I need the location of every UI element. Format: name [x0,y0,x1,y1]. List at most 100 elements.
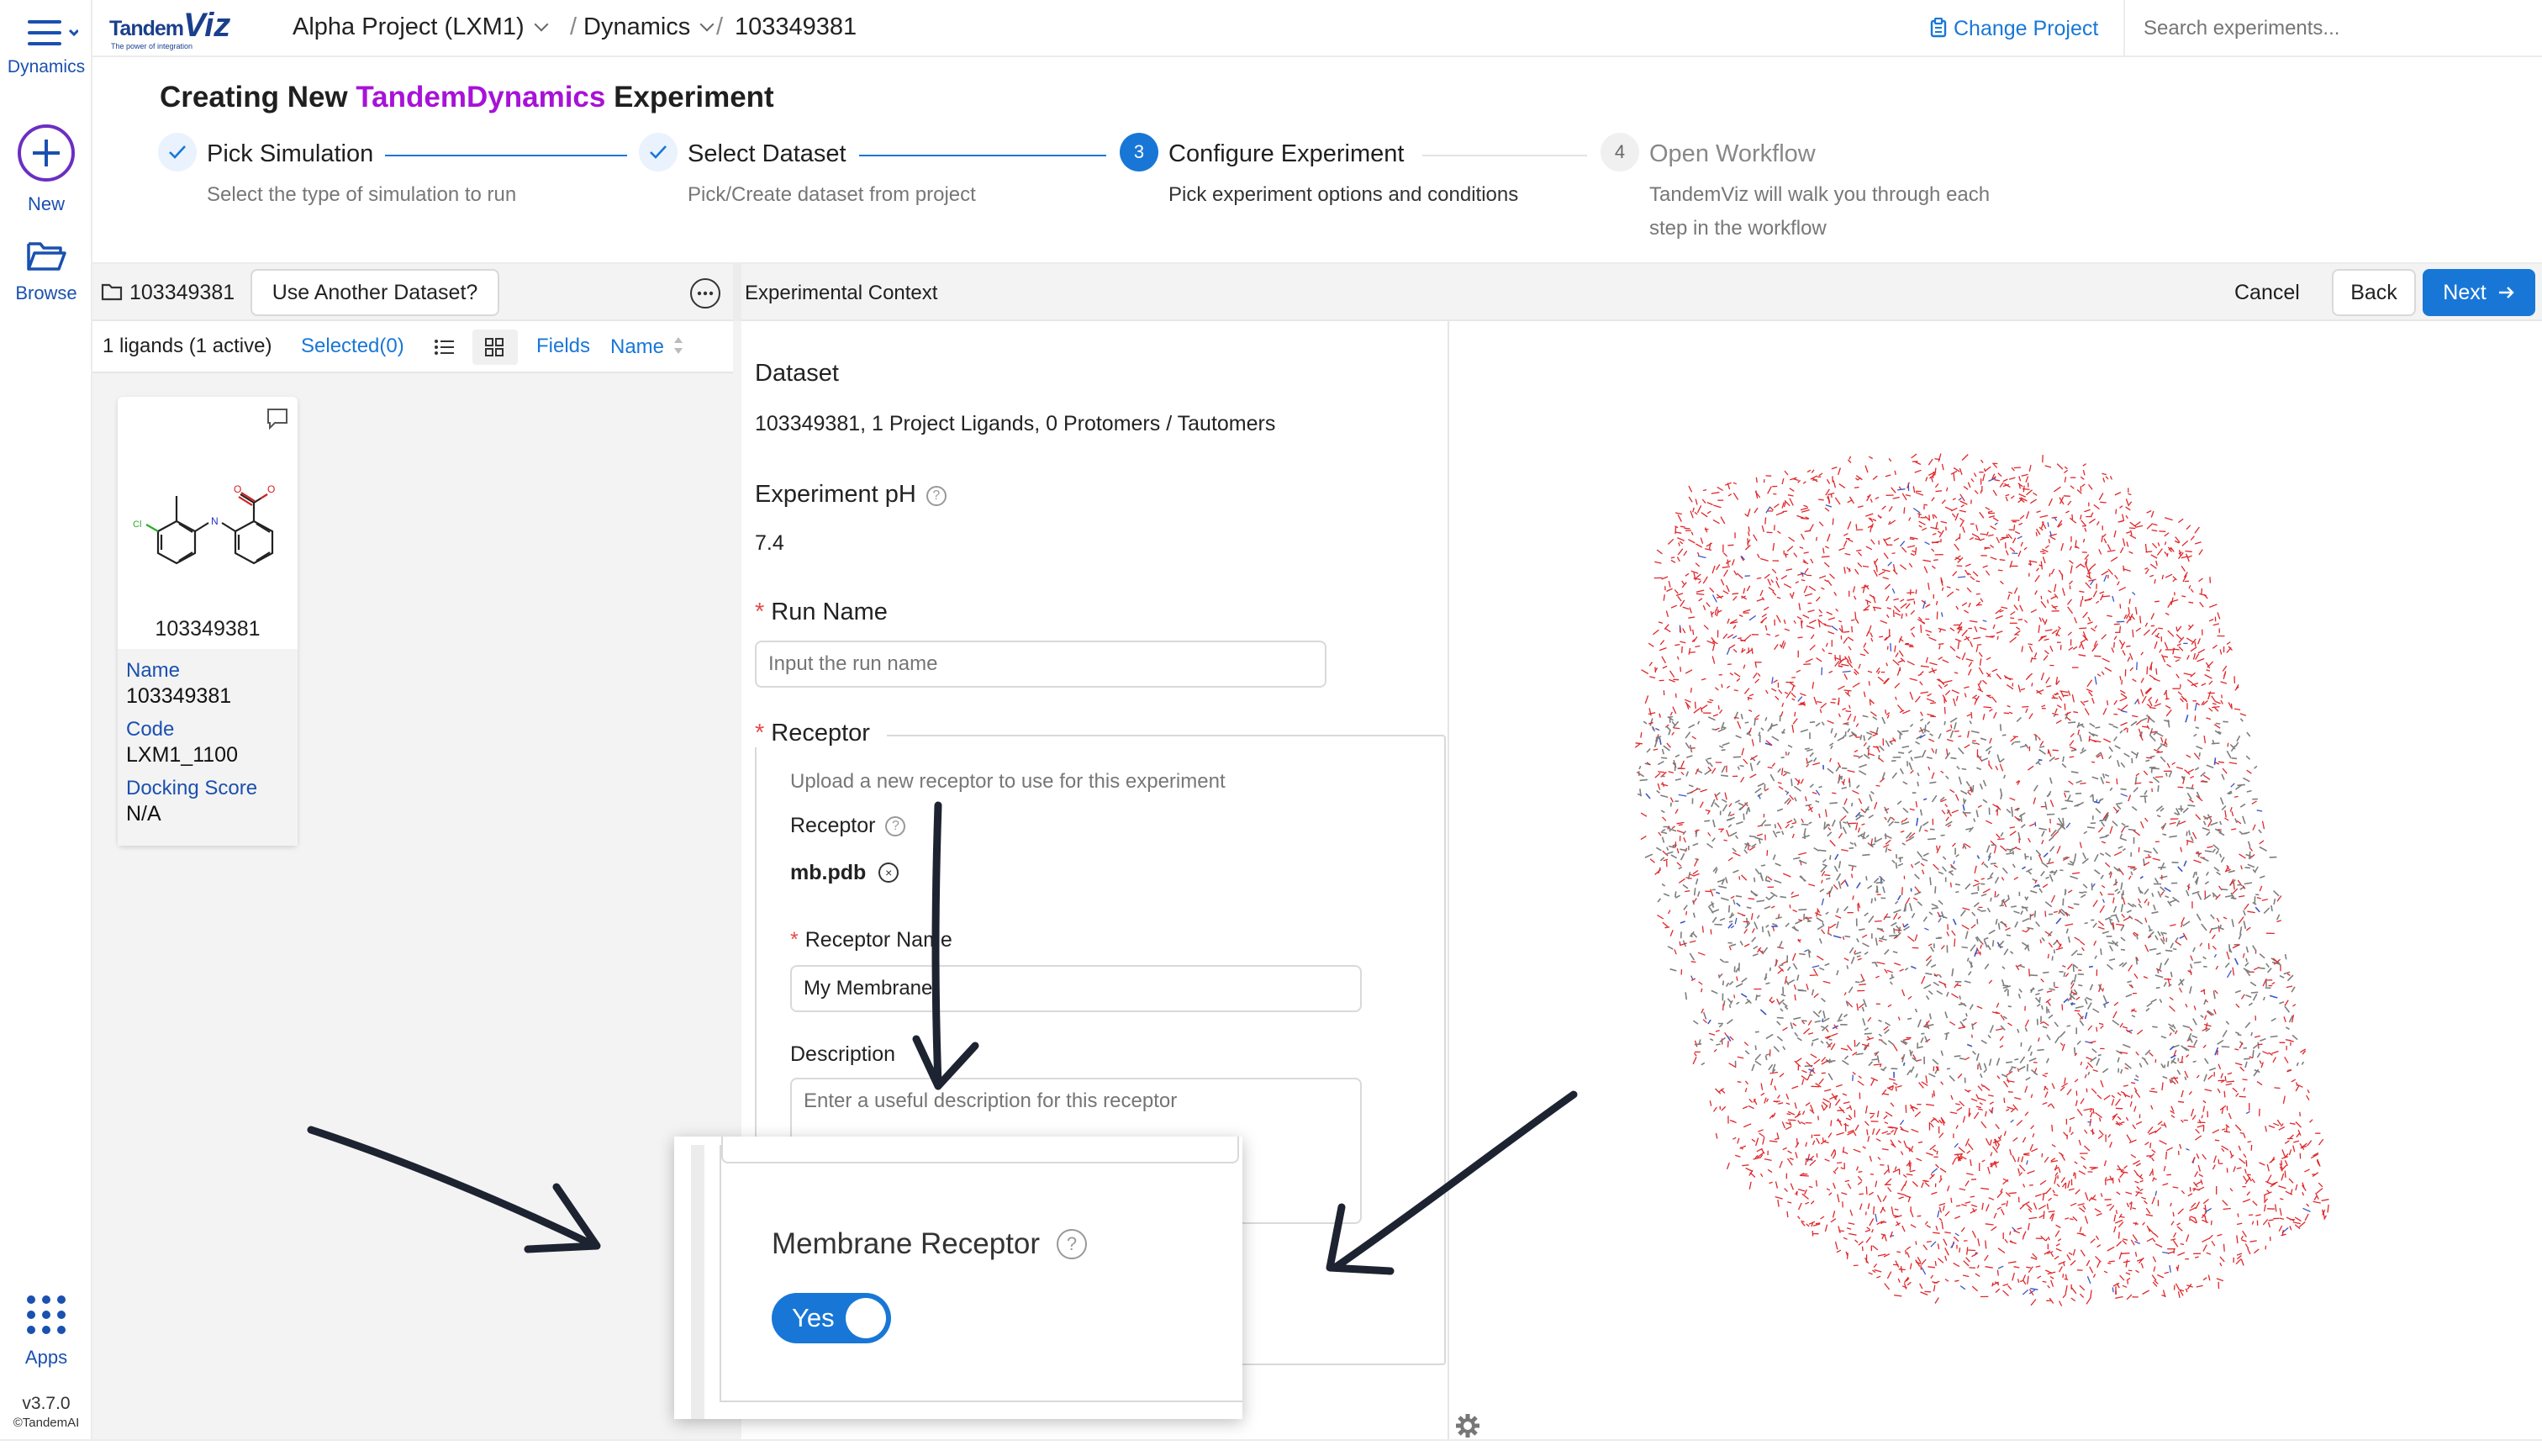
water-molecule [2167,630,2175,637]
tandemviz-logo[interactable]: Tandem Viz The power of integration [109,7,294,50]
water-molecule [2118,625,2122,633]
water-molecule [2290,1189,2293,1195]
water-molecule [1962,1116,1966,1123]
receptor-name-input[interactable] [790,965,1362,1012]
water-molecule [1764,517,1767,525]
water-molecule [1993,864,1998,868]
water-molecule [1812,1140,1816,1146]
lipid-bond [1711,916,1717,923]
water-molecule [1871,1128,1875,1135]
list-view-button[interactable] [422,330,469,365]
water-molecule [2147,1126,2154,1134]
breadcrumb-project[interactable]: Alpha Project (LXM1) [293,13,549,41]
water-molecule [1688,485,1693,493]
water-molecule [2113,1226,2117,1233]
water-molecule [2143,770,2149,776]
water-molecule [1941,499,1946,504]
water-molecule [1865,1237,1871,1243]
lipid-bond [1990,863,1996,865]
water-molecule [1879,636,1884,638]
selected-count-link[interactable]: Selected(0) [301,335,404,358]
water-molecule [2042,1074,2047,1078]
water-molecule [2094,1208,2102,1213]
run-name-input[interactable] [755,641,1326,688]
lipid-bond [1716,1043,1721,1046]
water-molecule [2113,851,2123,857]
water-molecule [2008,591,2013,594]
water-molecule [2122,650,2126,656]
water-molecule [1960,504,1965,508]
help-icon[interactable]: ? [885,816,906,836]
water-molecule [2088,571,2091,578]
lipid-bond [1988,1058,1992,1066]
lipid-bond [1780,895,1787,899]
water-molecule [1803,585,1808,593]
lipid-bond [1655,847,1662,852]
back-button[interactable]: Back [2332,269,2416,316]
lipid-bond [1815,722,1821,727]
lipid-bond [2243,910,2246,916]
lipid-bond [1906,1069,1912,1076]
lipid-bond [2243,921,2247,929]
required-asterisk: * [755,720,765,746]
water-molecule [2271,981,2276,985]
water-molecule [1813,696,1817,705]
search-input[interactable] [2125,0,2542,57]
receptor-name-label-row: * Receptor Name [790,928,952,952]
use-another-dataset-button[interactable]: Use Another Dataset? [251,269,499,316]
water-molecule [2195,1128,2200,1134]
new-button[interactable]: New [0,123,92,215]
water-molecule [1938,643,1944,646]
water-molecule [2152,1177,2155,1182]
water-molecule [2054,593,2059,599]
fields-button[interactable]: Fields [536,335,590,358]
water-molecule [1860,808,1865,813]
lipid-bond [1719,917,1726,921]
change-project-button[interactable]: Change Project [1930,17,2098,44]
water-molecule [2134,1241,2141,1245]
lipid-bond [2248,1002,2253,1006]
lipid-bond [2247,841,2251,847]
help-icon[interactable]: ? [926,486,947,506]
lipid-bond [1929,781,1937,784]
ligand-card[interactable]: Cl N O O 103349381 Name 103349381 Code L… [118,397,298,846]
water-molecule [2231,811,2234,817]
water-molecule [1827,826,1832,831]
next-button[interactable]: Next [2423,269,2535,316]
water-molecule [1857,1181,1863,1185]
lipid-bond [1846,965,1849,969]
water-molecule [2273,1122,2280,1126]
lipid-bond [2266,968,2272,973]
lipid-bond [1855,1052,1864,1056]
lipid-bond [1674,778,1682,781]
water-molecule [1780,575,1788,580]
lipid-bond [2237,1033,2242,1037]
sort-button[interactable]: Name [610,335,684,361]
water-molecule [2154,1190,2158,1196]
lipid-bond [2097,1053,2102,1057]
water-molecule [1701,988,1703,993]
water-molecule [1894,1295,1902,1297]
water-molecule [1971,533,1978,537]
water-molecule [1732,595,1738,601]
dynamics-menu-button[interactable]: Dynamics [0,18,92,77]
apps-button[interactable]: Apps [0,1293,92,1369]
lipid-bond [2220,857,2225,863]
lipid-bond [1856,882,1861,889]
water-molecule [1887,848,1892,852]
cancel-button[interactable]: Cancel [2234,281,2300,305]
grid-view-button[interactable] [472,330,518,365]
remove-file-icon[interactable]: × [878,863,899,883]
molecule-viewer[interactable] [1448,321,2542,1439]
more-options-icon[interactable] [689,277,721,314]
water-molecule [1843,630,1850,633]
water-molecule [2286,985,2293,989]
lipid-bond [1856,955,1861,957]
water-molecule [2281,1149,2286,1158]
breadcrumb-module[interactable]: Dynamics [583,13,715,41]
water-molecule [2223,1207,2231,1211]
step-connector [385,155,627,156]
lipid-bond [1774,879,1782,884]
water-molecule [1753,534,1758,541]
browse-button[interactable]: Browse [0,239,92,304]
